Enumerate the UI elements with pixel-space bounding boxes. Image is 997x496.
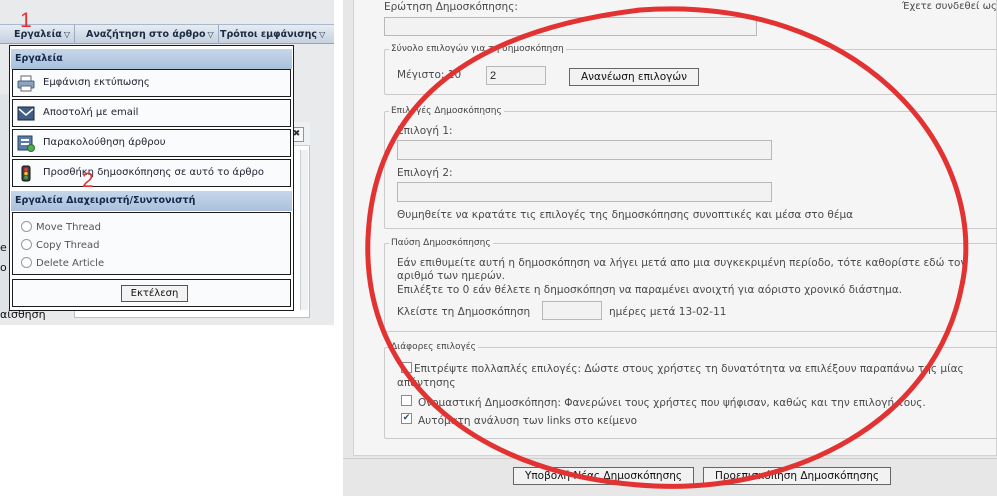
nav-search-label: Αναζήτηση στο άρθρο <box>86 29 206 40</box>
chevron-down-icon: ▽ <box>63 30 70 39</box>
menu-item-send-email[interactable]: Αποστολή με email <box>12 99 291 127</box>
poll-timeout-text-2: αριθμό των ημερών. <box>397 270 505 282</box>
poll-timeout-text-1: Εάν επιθυμείτε αυτή η δημοσκόπηση να λήγ… <box>397 257 967 269</box>
execute-button[interactable]: Εκτέλεση <box>121 285 188 302</box>
poll-options-legend: Επιλογές Δημοσκόπησης <box>391 106 502 116</box>
poll-form-area: Ερώτηση Δημοσκόπησης: Έχετε συνδεθεί ως … <box>353 0 997 456</box>
misc-options-legend: Διάφορες επιλογές <box>391 342 476 352</box>
public-poll-label: Ονομαστική Δημοσκόπηση: Φανερώνει τους χ… <box>418 397 926 409</box>
menu-item-print-view[interactable]: Εμφάνιση εκτύπωσης <box>12 69 291 97</box>
option-1-label: Επιλογή 1: <box>397 125 453 137</box>
parse-links-label: Αυτόματη ανάλυση των links στο κείμενο <box>418 415 638 427</box>
form-action-bar: Υποβολή Νέας Δημοσκόπησης Προεπισκόπηση … <box>343 458 997 496</box>
annotation-step-1: 1 <box>20 9 32 32</box>
parse-links-checkbox[interactable]: ✔ <box>401 413 412 424</box>
tools-dropdown-menu: Εργαλεία Εμφάνιση εκτύπωσης Αποστολή με … <box>9 45 294 311</box>
options-count-legend: Σύνολο επιλογών για τη δημοσκόπηση <box>391 44 564 54</box>
background-partial-text: eo <box>0 241 7 274</box>
new-poll-form-screenshot: Ερώτηση Δημοσκόπησης: Έχετε συνδεθεί ως … <box>343 0 997 496</box>
public-poll-checkbox[interactable] <box>401 395 412 406</box>
email-icon <box>17 105 35 122</box>
nav-display-modes[interactable]: Τρόποι εμφάνισης ▽ <box>216 25 329 44</box>
menu-item-subscribe[interactable]: Παρακολούθηση άρθρου <box>12 129 291 157</box>
allow-multiple-label: Επιτρέψτε πολλαπλές επιλογές: Δώστε στου… <box>414 363 964 375</box>
days-suffix-label: ημέρες μετά 13-02-11 <box>609 306 727 318</box>
options-count-input[interactable] <box>486 66 546 85</box>
article-toolbar: Εργαλεία ▽ Αναζήτηση στο άρθρο ▽ Τρόποι εμ… <box>0 24 334 44</box>
option-2-label: Επιλογή 2: <box>397 167 453 179</box>
nav-display-label: Τρόποι εμφάνισης <box>220 29 318 40</box>
radio-button[interactable] <box>21 221 32 232</box>
mod-option-copy-thread[interactable]: Copy Thread <box>21 239 100 251</box>
poll-icon <box>17 165 35 182</box>
radio-button[interactable] <box>21 239 32 250</box>
mod-option-label: Move Thread <box>36 222 101 233</box>
poll-timeout-legend: Παύση Δημοσκόπησης <box>391 238 491 248</box>
printer-icon <box>17 75 35 92</box>
poll-question-input[interactable] <box>384 17 757 36</box>
chevron-down-icon: ▽ <box>319 30 326 39</box>
tools-menu-screenshot: ✖ eo αίσθηση Εργαλεία ▽ Αναζήτηση στο άρθ… <box>0 0 334 325</box>
mod-option-move-thread[interactable]: Move Thread <box>21 221 101 233</box>
annotation-step-2: 2 <box>82 169 94 192</box>
submit-poll-button[interactable]: Υποβολή Νέας Δημοσκόπησης <box>513 467 694 485</box>
poll-options-hint: Θυμηθείτε να κρατάτε τις επιλογές της δη… <box>397 209 854 221</box>
logged-in-text: Έχετε συνδεθεί ως <box>902 1 997 12</box>
poll-question-label: Ερώτηση Δημοσκόπησης: <box>384 1 518 13</box>
refresh-options-button[interactable]: Ανανέωση επιλογών <box>569 68 699 86</box>
option-1-input[interactable] <box>397 140 772 160</box>
moderator-tools-header: Εργαλεία Διαχειριστή/Συντονιστή <box>11 191 292 211</box>
allow-multiple-checkbox[interactable] <box>401 362 412 373</box>
menu-item-label: Αποστολή με email <box>43 107 139 118</box>
mod-option-label: Copy Thread <box>36 240 100 251</box>
subscribe-icon <box>17 135 35 152</box>
close-poll-label: Κλείστε τη Δημοσκόπηση <box>397 306 531 318</box>
close-poll-days-input[interactable] <box>542 301 602 320</box>
radio-button[interactable] <box>21 257 32 268</box>
preview-poll-button[interactable]: Προεπισκόπηση Δημοσκόπησης <box>703 467 891 485</box>
chevron-down-icon: ▽ <box>207 30 214 39</box>
poll-timeout-text-3: Επιλέξτε το 0 εάν θέλετε η δημοσκόπηση ν… <box>397 284 903 296</box>
allow-multiple-label-cont: απάντησης <box>397 377 456 389</box>
execute-row: Εκτέλεση <box>12 279 291 307</box>
mod-option-label: Delete Article <box>36 258 105 269</box>
option-2-input[interactable] <box>397 182 772 202</box>
moderator-options: Move Thread Copy Thread Delete Article <box>12 212 291 275</box>
mod-option-delete-article[interactable]: Delete Article <box>21 257 104 269</box>
tools-menu-header: Εργαλεία <box>11 49 292 69</box>
background-scrollbar[interactable] <box>300 150 308 310</box>
nav-search-article[interactable]: Αναζήτηση στο άρθρο ▽ <box>82 25 219 44</box>
menu-item-label: Εμφάνιση εκτύπωσης <box>43 77 150 88</box>
menu-item-label: Παρακολούθηση άρθρου <box>43 137 166 148</box>
menu-item-label: Προσθήκη δημοσκόπησης σε αυτό το άρθρο <box>43 167 265 178</box>
max-options-label: Μέγιστο: 10 <box>397 69 462 81</box>
menu-item-add-poll[interactable]: Προσθήκη δημοσκόπησης σε αυτό το άρθρο <box>12 159 291 187</box>
